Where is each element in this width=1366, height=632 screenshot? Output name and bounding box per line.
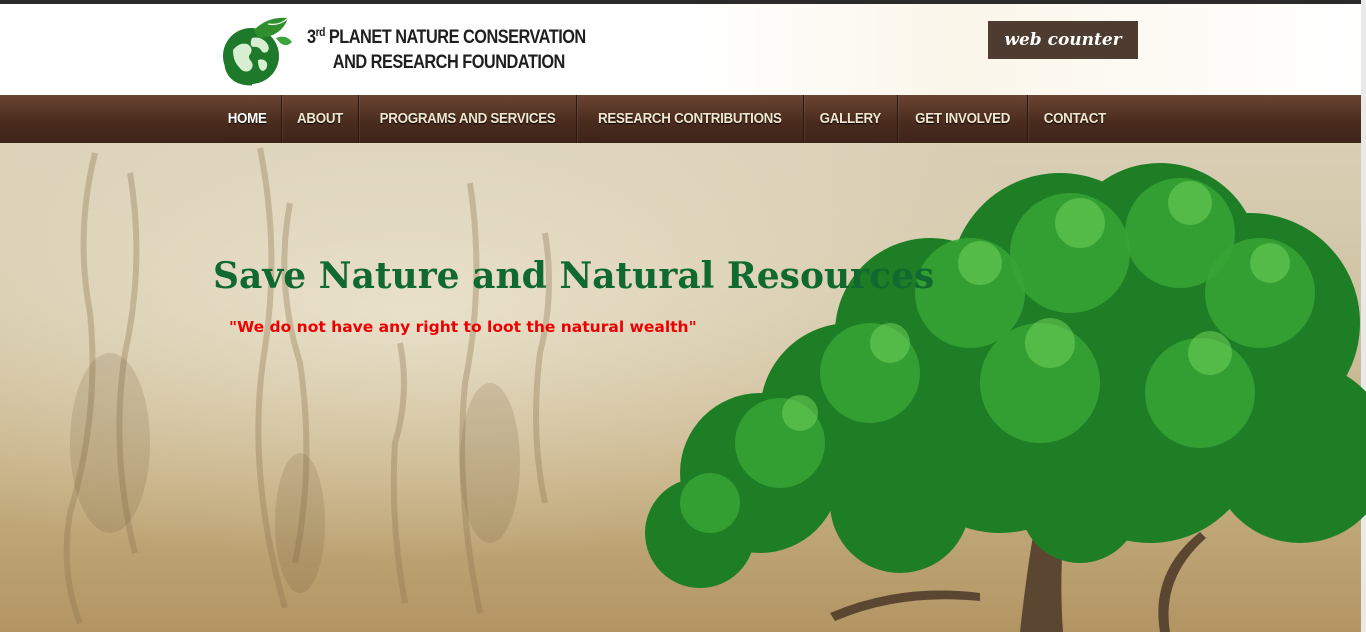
nav-item-get-involved[interactable]: GET INVOLVED (898, 95, 1029, 143)
nav-item-label: HOME (227, 111, 267, 127)
nav-item-home[interactable]: HOME (213, 95, 283, 143)
web-counter-button[interactable]: web counter (988, 21, 1138, 59)
nav-item-label: CONTACT (1043, 111, 1107, 127)
nav-item-gallery[interactable]: GALLERY (804, 95, 898, 143)
brand-name[interactable]: 3rd PLANET NATURE CONSERVATION AND RESEA… (307, 25, 586, 75)
brand-prefix: 3 (307, 27, 316, 48)
globe-leaf-logo-icon[interactable] (218, 16, 294, 88)
site-header: 3rd PLANET NATURE CONSERVATION AND RESEA… (0, 4, 1366, 95)
main-nav: HOME ABOUT PROGRAMS AND SERVICES RESEARC… (0, 95, 1366, 143)
nav-item-about[interactable]: ABOUT (282, 95, 360, 143)
nav-item-label: ABOUT (297, 111, 344, 127)
hero-subtitle: "We do not have any right to loot the na… (229, 318, 697, 336)
nav-item-label: GALLERY (819, 111, 882, 127)
nav-item-programs-and-services[interactable]: PROGRAMS AND SERVICES (359, 95, 578, 143)
nav-item-research-contributions[interactable]: RESEARCH CONTRIBUTIONS (577, 95, 805, 143)
nav-item-label: RESEARCH CONTRIBUTIONS (598, 111, 783, 127)
nav-item-label: GET INVOLVED (914, 111, 1010, 127)
brand-sup: rd (315, 25, 326, 39)
nav-item-label: PROGRAMS AND SERVICES (380, 111, 556, 127)
brand-line2: AND RESEARCH FOUNDATION (332, 52, 566, 73)
tree-illustration (645, 163, 1366, 632)
brand-line1: PLANET NATURE CONSERVATION (328, 27, 586, 48)
hero-title: Save Nature and Natural Resources (213, 255, 935, 297)
nav-item-contact[interactable]: CONTACT (1028, 95, 1122, 143)
hero-banner: Save Nature and Natural Resources "We do… (0, 143, 1366, 632)
